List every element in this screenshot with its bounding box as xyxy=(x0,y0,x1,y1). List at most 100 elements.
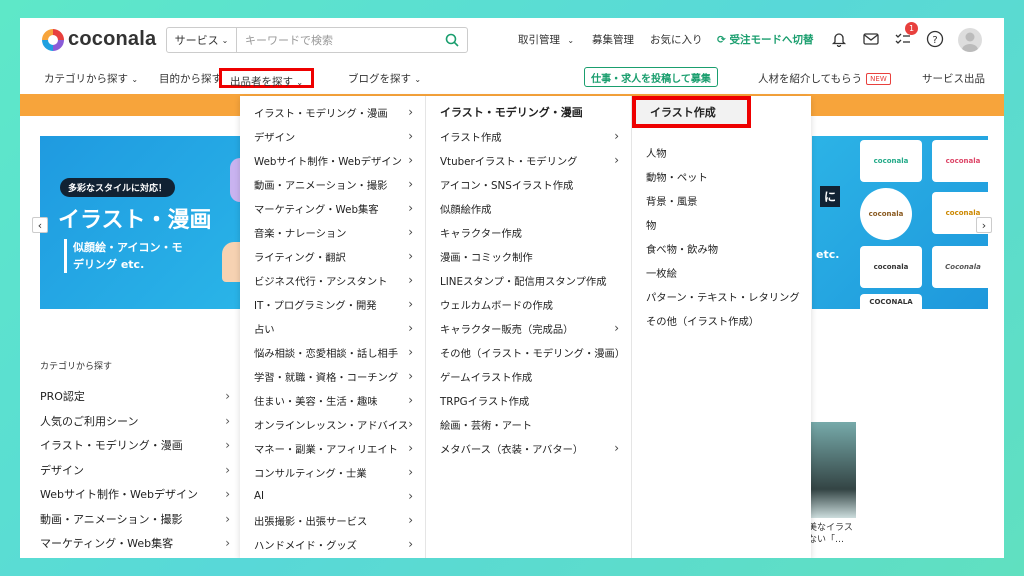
dropdown-category-item[interactable]: デザイン › xyxy=(254,126,413,146)
sidebar-item-pro[interactable]: PRO認定 › xyxy=(40,384,230,409)
mode-switch-link[interactable]: ⟳ 受注モードへ切替 xyxy=(717,32,813,47)
sidebar-item-label: Webサイト制作・Webデザイン xyxy=(40,488,198,502)
service-caption-line: ない「… xyxy=(808,535,845,545)
dropdown-subcategory-item[interactable]: 似顔絵作成 xyxy=(440,198,619,218)
dropdown-leaf-item[interactable]: 人物 xyxy=(646,142,799,162)
hero-banner-right[interactable]: に etc. coconala coconala coconala cocona… xyxy=(812,136,994,309)
dropdown-category-item[interactable]: 悩み相談・恋愛相談・話し相手 › xyxy=(254,342,413,362)
dropdown-subcategory-label: アイコン・SNSイラスト作成 xyxy=(440,179,574,192)
dropdown-subcategory-item[interactable]: イラスト作成 › xyxy=(440,126,619,146)
dropdown-category-item[interactable]: Webサイト制作・Webデザイン › xyxy=(254,150,413,170)
sidebar-item-marketing[interactable]: マーケティング・Web集客 › xyxy=(40,531,230,556)
dropdown-subcategory-item[interactable]: ゲームイラスト作成 xyxy=(440,366,619,386)
subcategory-heading[interactable]: イラスト・モデリング・漫画 xyxy=(440,102,619,122)
dropdown-category-item[interactable]: マーケティング・Web集客 › xyxy=(254,198,413,218)
dropdown-subcategory-item[interactable]: その他（イラスト・モデリング・漫画） xyxy=(440,342,625,362)
sidebar-item-illustration[interactable]: イラスト・モデリング・漫画 › xyxy=(40,433,230,458)
dropdown-subcategory-item[interactable]: アイコン・SNSイラスト作成 xyxy=(440,174,619,194)
favorites-link[interactable]: お気に入り xyxy=(650,32,703,47)
dropdown-category-item[interactable]: 動画・アニメーション・撮影 › xyxy=(254,174,413,194)
dropdown-category-item[interactable]: ライティング・翻訳 › xyxy=(254,246,413,266)
chevron-right-icon: › xyxy=(614,129,619,143)
dropdown-subcategory-item[interactable]: 絵画・芸術・アート xyxy=(440,414,619,434)
chevron-right-icon: › xyxy=(225,487,230,502)
chevron-right-icon: › xyxy=(408,465,413,479)
search-input[interactable] xyxy=(237,28,437,52)
transactions-menu[interactable]: 取引管理 ⌄ xyxy=(518,32,574,47)
dropdown-leaf-item[interactable]: 一枚絵 xyxy=(646,262,799,282)
tile-logo: Coconala xyxy=(932,246,994,288)
dropdown-subcategory-item[interactable]: LINEスタンプ・配信用スタンプ作成 xyxy=(440,270,619,290)
recruit-mgmt-link[interactable]: 募集管理 xyxy=(592,32,634,47)
dropdown-leaf-item[interactable]: 食べ物・飲み物 xyxy=(646,238,799,258)
sidebar-item-design[interactable]: デザイン › xyxy=(40,458,230,483)
dropdown-subcategory-item[interactable]: TRPGイラスト作成 xyxy=(440,390,619,410)
carousel-prev-button[interactable]: ‹ xyxy=(32,217,48,233)
dropdown-subcategory-item[interactable]: 漫画・コミック制作 xyxy=(440,246,619,266)
dropdown-subcategory-item[interactable]: Vtuberイラスト・モデリング › xyxy=(440,150,619,170)
dropdown-subcategory-item[interactable]: キャラクター作成 xyxy=(440,222,619,242)
dropdown-subcategory-item[interactable]: ウェルカムボードの作成 xyxy=(440,294,619,314)
sidebar-category-list: PRO認定 › 人気のご利用シーン › イラスト・モデリング・漫画 › デザイン › W… xyxy=(40,384,230,556)
dropdown-category-item[interactable]: オンラインレッスン・アドバイス › xyxy=(254,414,413,434)
dropdown-category-item[interactable]: ハンドメイド・グッズ › xyxy=(254,534,413,554)
todo-list-icon[interactable]: 1 xyxy=(892,22,918,50)
bell-icon[interactable] xyxy=(828,28,850,50)
service-thumbnail[interactable] xyxy=(808,422,856,518)
dropdown-category-item[interactable]: ビジネス代行・アシスタント › xyxy=(254,270,413,290)
tile-logo: coconala xyxy=(860,188,912,240)
chevron-right-icon: › xyxy=(614,441,619,455)
dropdown-leaf-label: 食べ物・飲み物 xyxy=(646,243,719,256)
search-category-select[interactable]: サービス ⌄ xyxy=(167,28,237,52)
chevron-right-icon: › xyxy=(408,297,413,311)
dropdown-leaf-item[interactable]: その他（イラスト作成） xyxy=(646,310,799,330)
dropdown-category-item[interactable]: 学習・就職・資格・コーチング › xyxy=(254,366,413,386)
dropdown-category-item[interactable]: 出張撮影・出張サービス › xyxy=(254,510,413,530)
dropdown-subcategory-item[interactable]: メタバース（衣装・アバター） › xyxy=(440,438,619,458)
dropdown-category-item[interactable]: AI › xyxy=(254,486,413,506)
dropdown-category-item[interactable]: コンサルティング・士業 › xyxy=(254,462,413,482)
sell-service-link[interactable]: サービス出品 xyxy=(922,71,985,86)
mail-icon[interactable] xyxy=(860,28,882,50)
dropdown-leaf-item[interactable]: 背景・風景 xyxy=(646,190,799,210)
dropdown-leaf-item[interactable]: 動物・ペット xyxy=(646,166,799,186)
nav-find-seller[interactable]: 出品者を探す ⌄ xyxy=(219,68,315,88)
dropdown-category-item[interactable]: マネー・副業・アフィリエイト › xyxy=(254,438,413,458)
new-badge: NEW xyxy=(866,73,891,85)
dropdown-leaf-item[interactable]: パターン・テキスト・レタリング xyxy=(646,286,800,306)
nav-find-seller-label: 出品者を探す xyxy=(230,76,293,88)
category-nav: カテゴリから探す ⌄ 目的から探す ⌄ 出品者を探す ⌄ ブログを探す ⌄ 仕事… xyxy=(20,62,1004,92)
logo[interactable]: coconala xyxy=(42,28,156,51)
sidebar-item-video[interactable]: 動画・アニメーション・撮影 › xyxy=(40,507,230,532)
svg-text:?: ? xyxy=(932,35,937,46)
dropdown-category-item[interactable]: IT・プログラミング・開発 › xyxy=(254,294,413,314)
service-caption[interactable]: 美なイラス ない「… xyxy=(808,522,868,546)
avatar[interactable] xyxy=(958,28,982,52)
nav-blog[interactable]: ブログを探す ⌄ xyxy=(348,71,421,86)
dropdown-category-item[interactable]: 音楽・ナレーション › xyxy=(254,222,413,242)
hero-banner[interactable]: 多彩なスタイルに対応！ イラスト・漫画 似顔絵・アイコン・モデリング etc. xyxy=(40,136,252,309)
dropdown-category-label: マーケティング・Web集客 xyxy=(254,203,379,216)
dropdown-subcategory-item[interactable]: キャラクター販売（完成品） › xyxy=(440,318,619,338)
chevron-right-icon: › xyxy=(408,177,413,191)
search-button[interactable] xyxy=(437,28,467,52)
carousel-next-button[interactable]: › xyxy=(976,217,992,233)
post-job-button[interactable]: 仕事・求人を投稿して募集 xyxy=(584,67,718,87)
dropdown-subcategory-label: 漫画・コミック制作 xyxy=(440,251,533,264)
sidebar-item-popular[interactable]: 人気のご利用シーン › xyxy=(40,409,230,434)
search-category-label: サービス xyxy=(174,34,219,47)
selected-leaf-heading[interactable]: イラスト作成 xyxy=(632,96,751,128)
nav-category-label: カテゴリから探す xyxy=(44,73,128,85)
introduce-talent-link[interactable]: 人材を紹介してもらう NEW xyxy=(758,71,891,86)
nav-category[interactable]: カテゴリから探す ⌄ xyxy=(44,71,138,86)
chevron-right-icon: › xyxy=(225,438,230,453)
dropdown-category-item[interactable]: 占い › xyxy=(254,318,413,338)
tile-logo: coconala xyxy=(932,140,994,182)
help-icon[interactable]: ? xyxy=(924,28,946,50)
dropdown-leaf-item[interactable]: 物 xyxy=(646,214,799,234)
sidebar-item-web[interactable]: Webサイト制作・Webデザイン › xyxy=(40,482,230,507)
dropdown-category-item[interactable]: 住まい・美容・生活・趣味 › xyxy=(254,390,413,410)
dropdown-category-label: IT・プログラミング・開発 xyxy=(254,299,377,312)
dropdown-subcategory-label: LINEスタンプ・配信用スタンプ作成 xyxy=(440,275,607,288)
dropdown-category-item[interactable]: イラスト・モデリング・漫画 › xyxy=(254,102,413,122)
